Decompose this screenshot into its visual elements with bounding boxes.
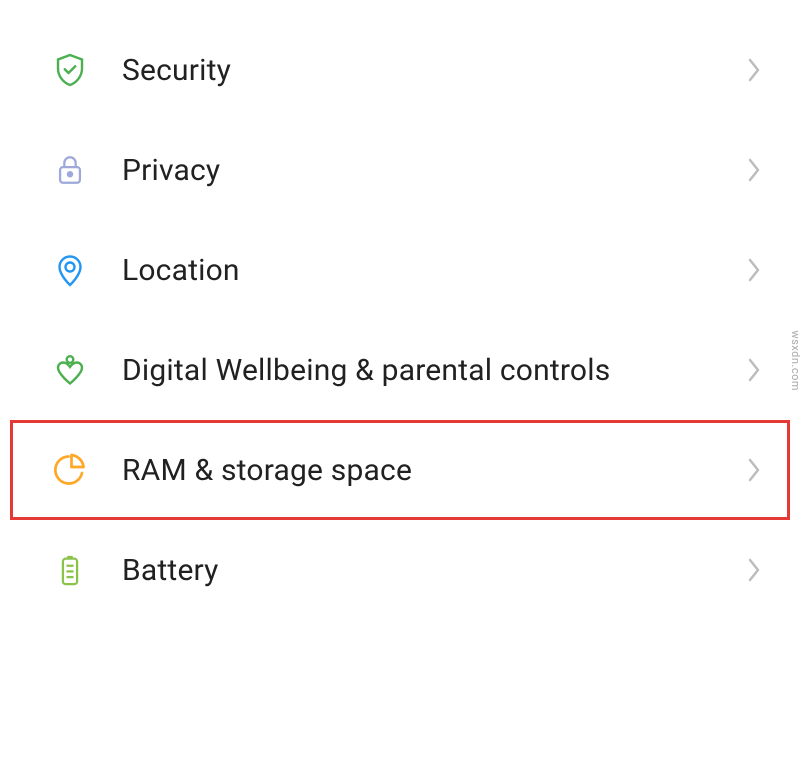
location-pin-icon bbox=[50, 250, 90, 290]
chevron-right-icon bbox=[746, 456, 762, 484]
chevron-right-icon bbox=[746, 156, 762, 184]
watermark-text: wsxdn.com bbox=[790, 330, 800, 391]
chevron-right-icon bbox=[746, 356, 762, 384]
settings-item-wellbeing[interactable]: Digital Wellbeing & parental controls bbox=[10, 320, 790, 420]
settings-item-label: Battery bbox=[122, 553, 746, 588]
chevron-right-icon bbox=[746, 256, 762, 284]
settings-list: Security Privacy bbox=[0, 0, 800, 630]
settings-item-privacy[interactable]: Privacy bbox=[10, 120, 790, 220]
settings-item-label: RAM & storage space bbox=[122, 453, 746, 488]
settings-item-battery[interactable]: Battery bbox=[10, 520, 790, 620]
lock-icon bbox=[50, 150, 90, 190]
settings-item-location[interactable]: Location bbox=[10, 220, 790, 320]
settings-item-storage[interactable]: RAM & storage space bbox=[10, 420, 790, 520]
pie-chart-icon bbox=[50, 450, 90, 490]
settings-item-security[interactable]: Security bbox=[10, 20, 790, 120]
battery-icon bbox=[50, 550, 90, 590]
chevron-right-icon bbox=[746, 556, 762, 584]
settings-item-label: Digital Wellbeing & parental controls bbox=[122, 353, 746, 388]
wellbeing-heart-icon bbox=[50, 350, 90, 390]
settings-item-label: Security bbox=[122, 53, 746, 88]
settings-item-label: Privacy bbox=[122, 153, 746, 188]
chevron-right-icon bbox=[746, 56, 762, 84]
shield-check-icon bbox=[50, 50, 90, 90]
settings-item-label: Location bbox=[122, 253, 746, 288]
